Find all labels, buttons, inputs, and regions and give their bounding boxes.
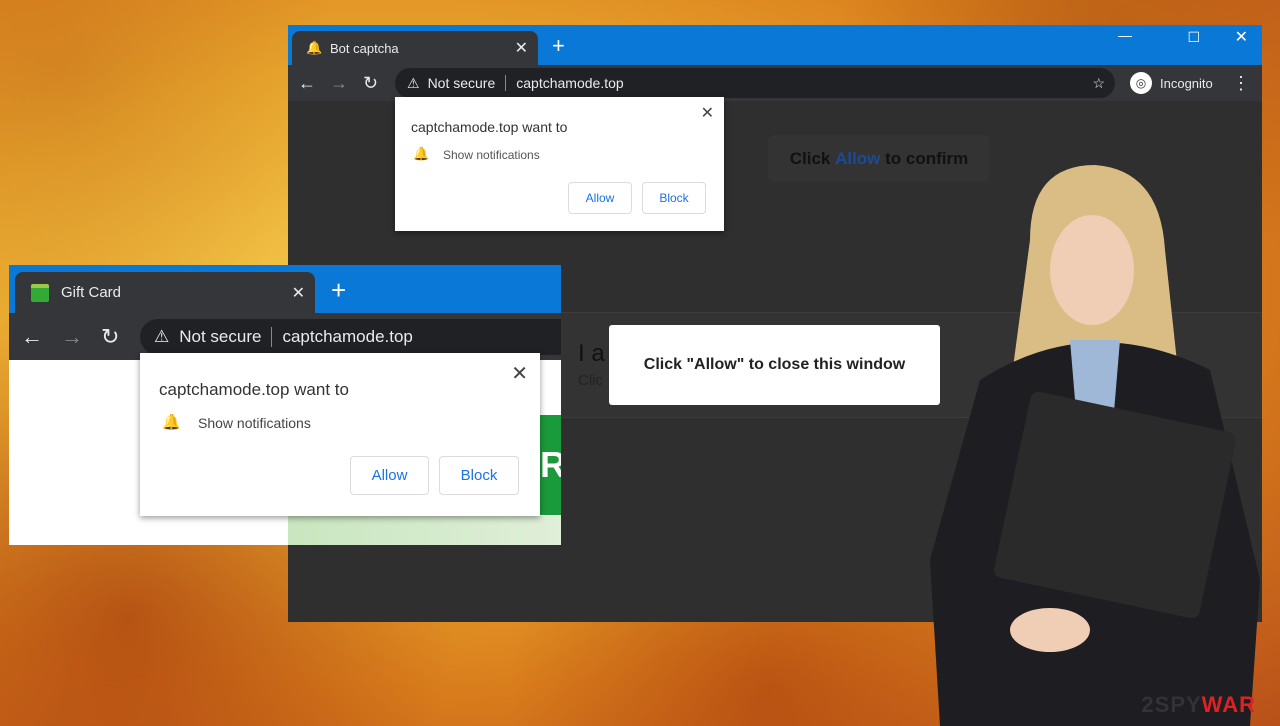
close-window-dialog[interactable]: Click "Allow" to close this window [609, 325, 940, 405]
block-button[interactable]: Block [439, 456, 519, 495]
close-tab-icon[interactable]: ✕ [515, 38, 528, 58]
maximize-button[interactable]: ☐ [1187, 29, 1200, 46]
reload-button[interactable]: ↻ [101, 324, 119, 350]
warning-icon: ⚠ [407, 74, 420, 91]
notification-permission-popup: ✕ captchamode.top want to 🔔 Show notific… [140, 353, 540, 516]
close-tab-icon[interactable]: ✕ [292, 283, 305, 303]
tab-bar: 🔔 Bot captcha ✕ + — ☐ ✕ [288, 25, 1262, 65]
block-button[interactable]: Block [642, 182, 706, 214]
toolbar: ← → ↻ ⚠ Not secure captchamode.top ☆ ◎ I… [288, 65, 1262, 101]
allow-button[interactable]: Allow [350, 456, 429, 495]
tab-gift-card[interactable]: Gift Card ✕ [15, 272, 315, 313]
bell-icon: 🔔 [162, 414, 181, 431]
forward-button[interactable]: → [61, 324, 83, 350]
gift-icon [31, 283, 49, 302]
allow-button[interactable]: Allow [568, 182, 632, 214]
bell-icon: 🔔 [413, 146, 430, 161]
incognito-icon: ◎ [1130, 72, 1152, 94]
minimize-button[interactable]: — [1118, 27, 1132, 43]
warning-icon: ⚠ [154, 327, 170, 346]
back-button[interactable]: ← [298, 73, 316, 94]
close-popup-icon[interactable]: ✕ [511, 361, 528, 386]
profile-label[interactable]: Incognito [1160, 76, 1213, 91]
reload-button[interactable]: ↻ [363, 73, 378, 94]
woman-with-folder-image [930, 165, 1260, 726]
new-tab-button[interactable]: + [331, 275, 346, 306]
tab-bot-captcha[interactable]: 🔔 Bot captcha ✕ [292, 31, 538, 65]
close-popup-icon[interactable]: ✕ [701, 103, 714, 123]
notification-permission-popup: ✕ captchamode.top want to 🔔 Show notific… [395, 97, 724, 231]
page-light-area [288, 516, 561, 545]
menu-icon[interactable]: ⋮ [1232, 73, 1250, 94]
address-bar[interactable]: ⚠ Not secure captchamode.top ☆ [395, 68, 1115, 98]
address-bar[interactable]: ⚠ Not secure captchamode.top [140, 319, 561, 355]
new-tab-button[interactable]: + [552, 33, 565, 59]
bell-icon: 🔔 [306, 40, 323, 55]
star-icon[interactable]: ☆ [1092, 75, 1105, 92]
tab-bar: Gift Card ✕ + [9, 265, 561, 313]
back-button[interactable]: ← [21, 324, 43, 350]
close-window-button[interactable]: ✕ [1235, 27, 1248, 47]
browser-window-front: Gift Card ✕ + ← → ↻ ⚠ Not secure captcha… [9, 265, 561, 545]
watermark-logo: 2SPYWAR [1141, 692, 1256, 717]
forward-button[interactable]: → [330, 73, 348, 94]
page-green-banner: R [540, 415, 561, 515]
